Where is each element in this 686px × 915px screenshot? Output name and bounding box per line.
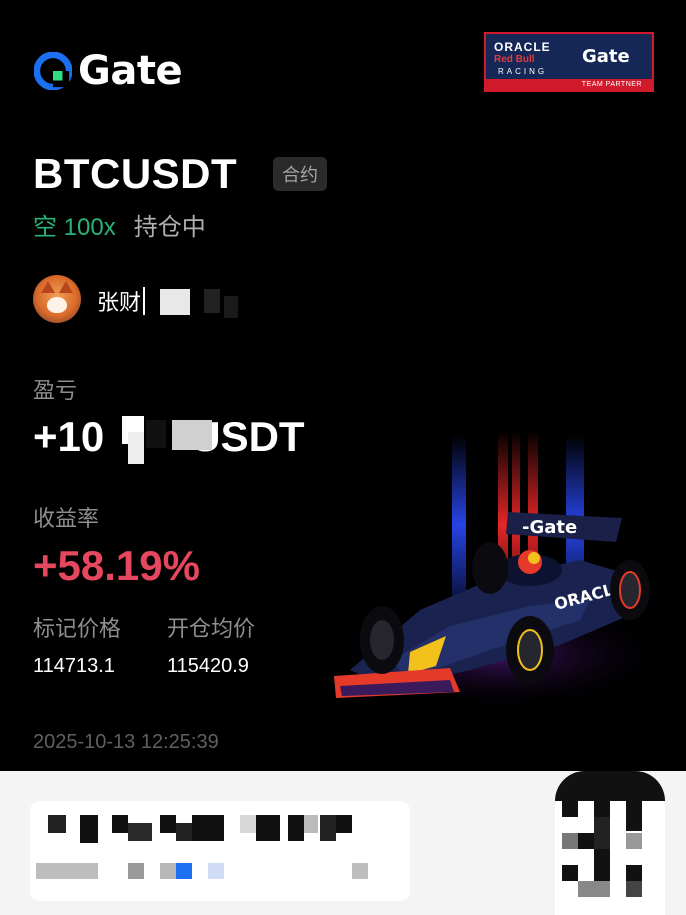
position-side-row: 空 100x 持仓中	[33, 207, 206, 242]
footer-panel	[0, 771, 686, 915]
redacted-footer-mask	[304, 815, 318, 833]
team-partner-badge: ORACLE Red Bull RACING Gate TEAM PARTNER	[484, 32, 654, 92]
f1-car-image: -Gate ORACLE	[330, 430, 670, 710]
gate-logo-icon	[34, 52, 72, 90]
mark-price-label: 标记价格	[33, 616, 122, 641]
pnl-value: +10 USDT	[33, 413, 305, 461]
redacted-name-mask	[143, 287, 145, 315]
redacted-name-mask	[224, 296, 238, 318]
gate-logo: Gate	[34, 48, 183, 94]
mark-price-value: 114713.1	[33, 655, 115, 677]
redacted-footer-mask	[128, 823, 152, 841]
symbol-title: BTCUSDT	[33, 150, 238, 197]
pnl-prefix: +10	[33, 413, 105, 460]
redacted-pnl-mask	[146, 420, 166, 448]
svg-text:-Gate: -Gate	[522, 517, 577, 538]
redacted-pnl-mask	[128, 432, 144, 464]
redacted-footer-mask	[48, 815, 66, 833]
redacted-footer-mask	[240, 815, 256, 833]
redbull-text: Red Bull	[494, 54, 535, 65]
team-partner-text: TEAM PARTNER	[486, 79, 652, 90]
username: 张财	[97, 290, 142, 315]
redacted-footer-mask	[128, 863, 144, 879]
racing-text: RACING	[498, 67, 548, 76]
roi-label: 收益率	[33, 506, 100, 531]
avatar	[33, 275, 81, 323]
redacted-footer-mask	[192, 815, 224, 841]
redacted-footer-mask	[160, 815, 176, 833]
redacted-footer-mask	[320, 815, 336, 841]
oracle-text: ORACLE	[494, 40, 551, 54]
redacted-name-mask	[160, 289, 190, 315]
entry-price-label: 开仓均价	[167, 616, 256, 641]
qr-code	[540, 771, 670, 915]
redacted-pnl-mask	[172, 420, 212, 450]
contract-type-badge: 合约	[273, 157, 327, 191]
redacted-footer-mask	[352, 863, 368, 879]
redacted-footer-mask	[112, 815, 128, 833]
redacted-name-mask	[204, 289, 220, 313]
pnl-label: 盈亏	[33, 378, 78, 403]
redacted-footer-mask	[208, 863, 224, 879]
gate-wordmark: Gate	[78, 48, 183, 94]
timestamp: 2025-10-13 12:25:39	[33, 731, 219, 753]
entry-price-value: 115420.9	[167, 655, 249, 677]
position-status: 持仓中	[133, 214, 206, 241]
redacted-footer-mask	[160, 863, 176, 879]
redacted-footer-mask	[36, 863, 98, 879]
partner-gate-text: Gate	[582, 46, 630, 67]
leverage-value: 100x	[63, 214, 116, 241]
roi-value: +58.19%	[33, 542, 200, 589]
redacted-footer-mask	[336, 815, 352, 833]
redacted-footer-mask	[176, 863, 192, 879]
position-side: 空	[33, 214, 57, 241]
redacted-footer-mask	[80, 815, 98, 843]
redacted-footer-mask	[288, 815, 304, 841]
redacted-footer-mask	[256, 815, 280, 841]
